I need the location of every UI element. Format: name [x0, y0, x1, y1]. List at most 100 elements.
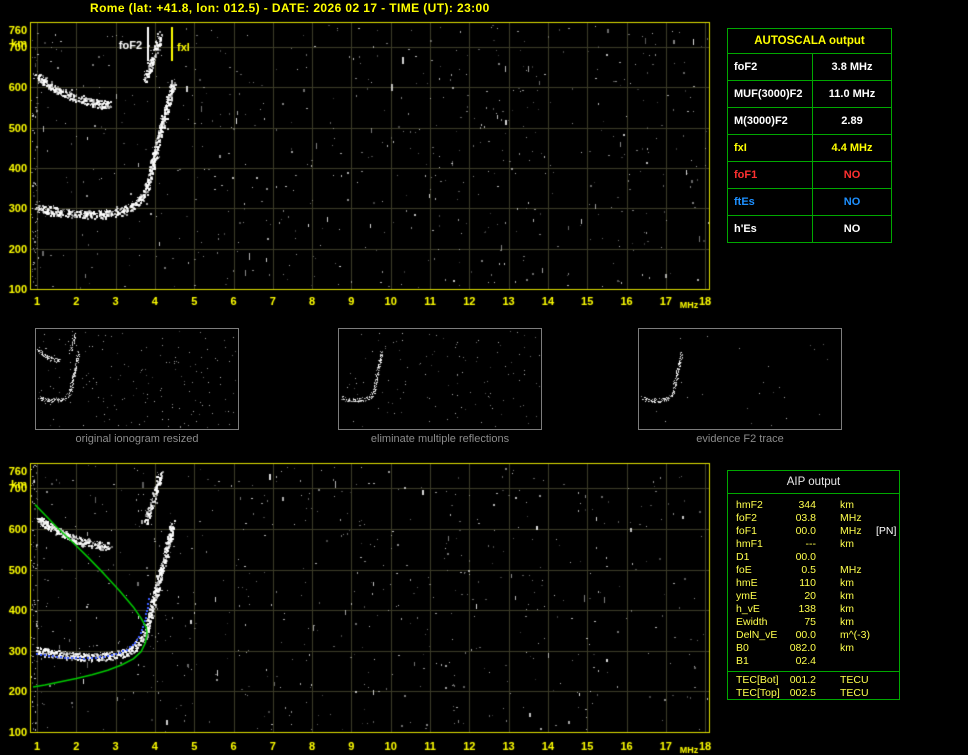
- aip-row-hmf2: hmF2 344 km: [728, 499, 899, 512]
- aip-note: [872, 629, 899, 642]
- aip-row-fof2: foF2 03.8 MHz: [728, 512, 899, 525]
- parameter-value: NO: [812, 189, 891, 215]
- autoscala-row-hes: h'Es NO: [728, 215, 891, 242]
- aip-note: [872, 687, 899, 700]
- aip-val: 110: [799, 577, 816, 589]
- aip-note: [872, 603, 899, 616]
- aip-unit: km: [840, 603, 854, 615]
- aip-note: [872, 642, 899, 655]
- aip-unit: km: [840, 642, 854, 654]
- aip-lbl: hmF1: [736, 538, 763, 550]
- aip-note: [872, 538, 899, 551]
- parameter-label: ftEs: [734, 196, 755, 208]
- aip-note: [872, 499, 899, 512]
- autoscala-row-fof2: foF2 3.8 MHz: [728, 53, 891, 80]
- aip-lbl: ymE: [736, 590, 757, 602]
- aip-table-title: AIP output: [728, 471, 899, 494]
- parameter-label: h'Es: [734, 223, 757, 235]
- autoscala-row-fof1: foF1 NO: [728, 161, 891, 188]
- aip-val: 001.2: [789, 674, 816, 686]
- thumbnail-caption-evidence: evidence F2 trace: [696, 433, 784, 445]
- parameter-value: NO: [812, 162, 891, 188]
- aip-val: 00.0: [795, 551, 816, 563]
- aip-unit: MHz: [840, 564, 862, 576]
- aip-lbl: DelN_vE: [736, 629, 778, 641]
- aip-row-hmf1: hmF1 --- km: [728, 538, 899, 551]
- aip-row-foe: foE 0.5 MHz: [728, 564, 899, 577]
- aip-val: 02.4: [795, 655, 816, 667]
- thumbnail-evidence-canvas: [639, 329, 841, 429]
- parameter-value: NO: [812, 216, 891, 242]
- autoscala-row-muf3000f2: MUF(3000)F2 11.0 MHz: [728, 80, 891, 107]
- aip-lbl: D1: [736, 551, 750, 563]
- parameter-label: fxI: [734, 142, 747, 154]
- aip-lbl: foF1: [736, 525, 758, 537]
- aip-val: 138: [798, 603, 816, 615]
- thumbnail-original-ionogram: [35, 328, 239, 430]
- aip-unit: MHz: [840, 512, 862, 524]
- autoscala-table-rows: foF2 3.8 MHz MUF(3000)F2 11.0 MHz M(3000)F2 2…: [728, 53, 891, 242]
- aip-output-table: AIP output hmF2 344 km foF2 03.8 MHz foF1 00.0 M…: [727, 470, 900, 700]
- thumbnail-eliminate-reflections: [338, 328, 542, 430]
- aip-unit: km: [840, 616, 854, 628]
- thumbnail-evidence-f2: [638, 328, 842, 430]
- parameter-label: foF2: [734, 61, 758, 73]
- aip-lbl: hmF2: [736, 499, 763, 511]
- aip-val: 082.0: [789, 642, 816, 654]
- thumbnail-caption-original: original ionogram resized: [75, 433, 199, 445]
- aip-unit: TECU: [840, 674, 869, 686]
- thumbnail-eliminate-canvas: [339, 329, 541, 429]
- thumbnail-original-canvas: [36, 329, 238, 429]
- parameter-label: foF1: [734, 169, 758, 181]
- autoscala-row-fxi: fxI 4.4 MHz: [728, 134, 891, 161]
- aip-lbl: Ewidth: [736, 616, 768, 628]
- top-ionogram-plot: [0, 18, 720, 318]
- aip-row-yme: ymE 20 km: [728, 590, 899, 603]
- autoscala-output-table: AUTOSCALA output foF2 3.8 MHz MUF(3000)F2 1…: [727, 28, 892, 243]
- parameter-value: 4.4 MHz: [812, 135, 891, 161]
- parameter-value: 3.8 MHz: [812, 54, 891, 80]
- aip-unit: km: [840, 577, 854, 589]
- aip-lbl: foE: [736, 564, 752, 576]
- aip-unit: m^(-3): [840, 629, 871, 641]
- aip-row-b0: B0 082.0 km: [728, 642, 899, 655]
- autoscala-row-m3000f2: M(3000)F2 2.89: [728, 107, 891, 134]
- aip-lbl: hmE: [736, 577, 758, 589]
- parameter-label: MUF(3000)F2: [734, 88, 803, 100]
- aip-separator: [728, 671, 899, 672]
- aip-row-delnve: DelN_vE 00.0 m^(-3): [728, 629, 899, 642]
- aip-note: [872, 564, 899, 577]
- aip-unit: km: [840, 538, 854, 550]
- aip-row-tectop: TEC[Top] 002.5 TECU: [728, 687, 899, 700]
- aip-unit: km: [840, 590, 854, 602]
- aip-unit: MHz: [840, 525, 862, 537]
- aip-table-rows: hmF2 344 km foF2 03.8 MHz foF1 00.0 MHz [PN] hmF1 -…: [728, 494, 899, 700]
- station-date-title: Rome (lat: +41.8, lon: 012.5) - DATE: 20…: [90, 1, 490, 15]
- aip-val: 0.5: [801, 564, 816, 576]
- aip-row-d1: D1 00.0: [728, 551, 899, 564]
- aip-unit: [816, 655, 872, 668]
- parameter-value: 2.89: [812, 108, 891, 134]
- aip-row-hve: h_vE 138 km: [728, 603, 899, 616]
- aip-lbl: TEC[Top]: [736, 687, 780, 699]
- aip-val: ---: [805, 538, 817, 550]
- aip-val: 344: [798, 499, 816, 511]
- aip-note: [872, 577, 899, 590]
- aip-unit: [816, 551, 872, 564]
- aip-note: [872, 674, 899, 687]
- parameter-label: M(3000)F2: [734, 115, 788, 127]
- thumbnail-caption-eliminate: eliminate multiple reflections: [370, 433, 510, 445]
- aip-row-fof1: foF1 00.0 MHz [PN]: [728, 525, 899, 538]
- aip-note: [872, 655, 899, 668]
- aip-val: 03.8: [795, 512, 816, 524]
- parameter-value: 11.0 MHz: [812, 81, 891, 107]
- aip-row-ewidth: Ewidth 75 km: [728, 616, 899, 629]
- aip-row-b1: B1 02.4: [728, 655, 899, 668]
- aip-lbl: foF2: [736, 512, 758, 524]
- aip-lbl: B0: [736, 642, 749, 654]
- aip-val: 00.0: [795, 629, 816, 641]
- aip-note: [872, 512, 899, 525]
- aip-row-tecbot: TEC[Bot] 001.2 TECU: [728, 674, 899, 687]
- aip-row-hme: hmE 110 km: [728, 577, 899, 590]
- aip-lbl: TEC[Bot]: [736, 674, 779, 686]
